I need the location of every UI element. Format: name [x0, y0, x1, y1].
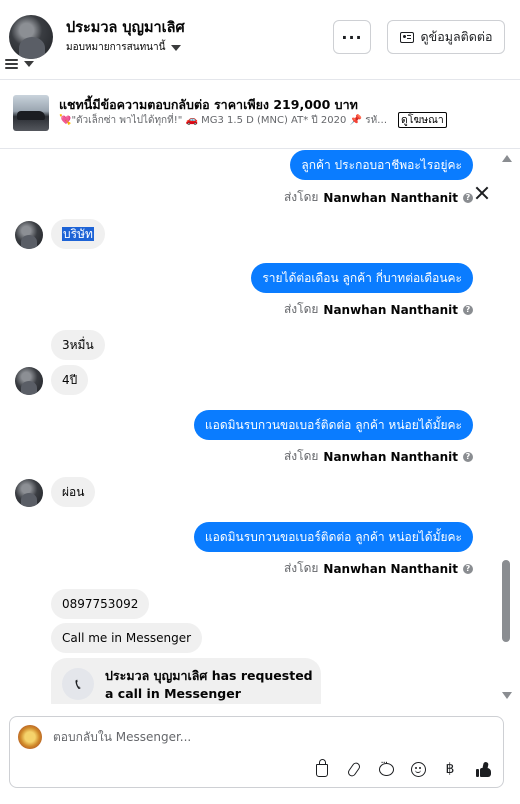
sent-by-label: ส่งโดย Nanwhan Nanthanit ?	[284, 188, 473, 207]
info-icon[interactable]: ?	[463, 451, 473, 462]
conversation-header: ประมวล บุญมาเลิศ มอบหมายการสนทนานี้ ··· …	[0, 0, 520, 80]
message-incoming[interactable]: 3หมื่น	[51, 330, 105, 360]
emoji-button[interactable]	[408, 759, 428, 779]
call-request-card[interactable]: 📞︎ ประมวล บุญมาเลิศ has requested a call…	[51, 658, 321, 704]
chat-bubble-icon	[378, 758, 394, 776]
contact-avatar[interactable]	[15, 221, 43, 249]
sent-by-prefix: ส่งโดย	[283, 190, 319, 204]
contact-name[interactable]: ประมวล บุญมาเลิศ	[66, 16, 185, 39]
page-avatar	[18, 725, 42, 749]
message-outgoing[interactable]: ลูกค้า ประกอบอาชีพอะไรอยู่คะ	[290, 150, 473, 180]
view-ad-link[interactable]: ดูโฆษณา	[398, 112, 447, 128]
scrollbar-thumb[interactable]	[502, 560, 510, 642]
call-request-text: ประมวล บุญมาเลิศ has requested a call in…	[105, 668, 313, 701]
contact-avatar[interactable]	[15, 479, 43, 507]
filter-icon	[5, 58, 18, 70]
view-contact-label: ดูข้อมูลติดต่อ	[420, 29, 493, 44]
highlighted-text: บริษัท	[62, 227, 94, 241]
chevron-down-icon	[171, 44, 182, 51]
sent-by-label: ส่งโดย Nanwhan Nanthanit ?	[284, 300, 473, 319]
more-icon: ···	[341, 27, 363, 47]
message-outgoing[interactable]: แอดมินรบกวนขอเบอร์ติดต่อ ลูกค้า หน่อยได้…	[193, 522, 473, 552]
sent-by-label: ส่งโดย Nanwhan Nanthanit ?	[284, 559, 473, 578]
view-contact-button[interactable]: ดูข้อมูลติดต่อ	[387, 20, 505, 54]
more-options-button[interactable]: ···	[333, 20, 371, 54]
message-incoming[interactable]: Call me in Messenger	[51, 623, 203, 653]
sender-name: Nanwhan Nanthanit	[323, 302, 458, 317]
sent-by-prefix: ส่งโดย	[283, 449, 319, 463]
sent-by-prefix: ส่งโดย	[283, 302, 319, 316]
thumbs-up-icon	[475, 762, 491, 777]
baht-icon: ฿	[445, 761, 455, 777]
message-incoming[interactable]: 0897753092	[51, 589, 150, 619]
sent-by-label: ส่งโดย Nanwhan Nanthanit ?	[284, 447, 473, 466]
contact-avatar[interactable]	[9, 15, 53, 59]
paperclip-icon	[346, 760, 362, 778]
sender-name: Nanwhan Nanthanit	[323, 449, 458, 464]
message-outgoing[interactable]: รายได้ต่อเดือน ลูกค้า กี่บาทต่อเดือนคะ	[251, 263, 473, 293]
message-incoming[interactable]: ผ่อน	[51, 477, 96, 507]
smiley-icon	[410, 761, 426, 777]
assign-conversation[interactable]: มอบหมายการสนทนานี้	[66, 40, 182, 55]
info-icon[interactable]: ?	[463, 192, 473, 203]
saved-replies-button[interactable]	[376, 758, 396, 779]
ad-title: แชทนี้มีข้อความตอบกลับต่อ ราคาเพียง 219,…	[59, 97, 358, 112]
sender-name: Nanwhan Nanthanit	[323, 190, 458, 205]
message-outgoing[interactable]: แอดมินรบกวนขอเบอร์ติดต่อ ลูกค้า หน่อยได้…	[193, 410, 473, 440]
contact-avatar[interactable]	[15, 367, 43, 395]
shopping-bag-icon	[316, 759, 328, 777]
shopping-bag-button[interactable]	[312, 759, 332, 779]
message-incoming[interactable]: 4ปี	[51, 365, 89, 395]
like-button[interactable]	[473, 759, 493, 779]
attach-button[interactable]	[344, 759, 364, 779]
message-incoming[interactable]: บริษัท	[51, 219, 105, 249]
ad-thumbnail[interactable]	[13, 95, 49, 131]
sender-name: Nanwhan Nanthanit	[323, 561, 458, 576]
info-icon[interactable]: ?	[463, 304, 473, 315]
ad-subtitle: 💘"ตัวเล็กซ่า พาไปได้ทุกที่!" 🚗 MG3 1.5 D…	[59, 115, 388, 126]
info-icon[interactable]: ?	[463, 563, 473, 574]
scroll-up-arrow-icon[interactable]	[502, 155, 512, 162]
chevron-down-icon	[24, 61, 34, 67]
scroll-down-arrow-icon[interactable]	[502, 692, 512, 699]
filter-menu[interactable]	[5, 58, 34, 70]
message-list[interactable]: ลูกค้า ประกอบอาชีพอะไรอยู่คะ ส่งโดย Nanw…	[0, 150, 520, 704]
phone-icon: 📞︎	[62, 668, 94, 700]
sent-by-prefix: ส่งโดย	[283, 561, 319, 575]
reply-composer: ฿	[9, 716, 504, 788]
reply-input[interactable]	[53, 730, 473, 744]
assign-conversation-label: มอบหมายการสนทนานี้	[66, 42, 166, 53]
payment-button[interactable]: ฿	[440, 759, 460, 779]
contact-card-icon	[399, 31, 414, 43]
message-scrollbar[interactable]	[500, 150, 514, 704]
